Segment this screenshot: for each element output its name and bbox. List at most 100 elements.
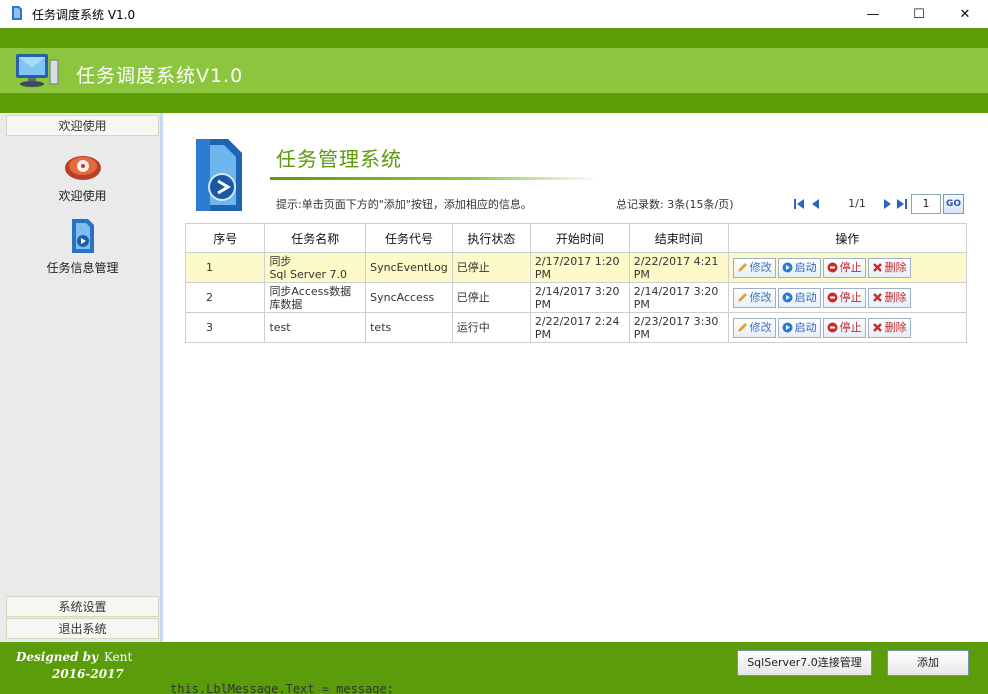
designed-by-text: Designed by	[16, 650, 99, 664]
record-count: 总记录数: 3条(15条/页)	[616, 198, 734, 211]
header-title: 任务调度系统V1.0	[76, 65, 244, 87]
minimize-button[interactable]: —	[850, 0, 896, 28]
delete-label: 删除	[884, 261, 907, 274]
code-text: tets	[370, 321, 392, 334]
cell-code: tets	[365, 312, 453, 343]
maximize-button[interactable]: ☐	[896, 0, 942, 28]
cell-ops: 修改 启动 停止 删除	[727, 312, 968, 343]
background-code-fragment: this.LblMessage.Text = message;	[170, 682, 394, 694]
name-line2: 库数据	[269, 297, 303, 311]
col-header-end: 结束时间	[628, 223, 729, 253]
cell-status: 已停止	[451, 282, 531, 313]
window-title: 任务调度系统 V1.0	[32, 8, 136, 22]
window-titlebar: 任务调度系统 V1.0 — ☐ ✕	[0, 0, 988, 28]
page-info: 1/1	[848, 197, 866, 210]
last-page-icon[interactable]	[894, 197, 908, 211]
start-label: 启动	[794, 261, 817, 274]
col-header-no: 序号	[184, 223, 266, 253]
start-button[interactable]: 启动	[777, 257, 821, 278]
col-header-status: 执行状态	[451, 223, 531, 253]
sidebar-item-exit[interactable]: 退出系统	[6, 618, 159, 639]
col-header-start: 开始时间	[529, 223, 630, 253]
delete-x-icon	[872, 293, 882, 302]
start-button[interactable]: 启动	[777, 287, 821, 308]
years-text: 2016-2017	[52, 667, 124, 681]
stop-icon	[827, 262, 838, 273]
cell-code: SyncEventLog	[365, 252, 453, 283]
sqlserver-connection-button[interactable]: SqlServer7.0连接管理	[737, 650, 872, 676]
sidebar-item-task-info[interactable]: 任务信息管理	[6, 217, 159, 276]
edit-label: 修改	[749, 321, 772, 334]
cell-name: 同步 Sql Server 7.0	[264, 252, 367, 283]
code-text: SyncEventLog	[370, 261, 448, 274]
cell-end: 2/23/2017 3:30 PM	[628, 312, 729, 343]
delete-x-icon	[872, 263, 882, 272]
delete-button[interactable]: 删除	[867, 257, 911, 278]
name-line1: 同步Access数据	[269, 284, 352, 298]
pencil-icon	[737, 323, 747, 332]
task-info-icon	[71, 219, 94, 253]
prev-page-icon[interactable]	[809, 197, 823, 211]
author-text: Kent	[104, 650, 133, 664]
col-header-name: 任务名称	[264, 223, 367, 253]
delete-button[interactable]: 删除	[867, 287, 911, 308]
edit-label: 修改	[749, 291, 772, 304]
go-button[interactable]: GO	[943, 194, 964, 214]
sidebar: 欢迎使用 欢迎使用 任务信息管理 系统设置 退出系统	[0, 113, 163, 642]
stop-button[interactable]: 停止	[822, 257, 866, 278]
task-table: 序号 任务名称 任务代号 执行状态 开始时间 结束时间 操作 1 同步 Sql S…	[184, 223, 968, 343]
stop-label: 停止	[839, 291, 862, 304]
cell-start: 2/17/2017 1:20 PM	[529, 252, 630, 283]
stop-label: 停止	[839, 261, 862, 274]
cell-status: 运行中	[451, 312, 531, 343]
sidebar-item-settings[interactable]: 系统设置	[6, 596, 159, 617]
edit-button[interactable]: 修改	[732, 287, 776, 308]
name-line1: 同步	[269, 254, 292, 268]
edit-label: 修改	[749, 261, 772, 274]
stop-button[interactable]: 停止	[822, 287, 866, 308]
edit-button[interactable]: 修改	[732, 257, 776, 278]
start-label: 启动	[794, 321, 817, 334]
table-row[interactable]: 3 test tets 运行中 2/22/2017 2:24 PM 2/23/2…	[184, 312, 968, 343]
cell-start: 2/14/2017 3:20 PM	[529, 282, 630, 313]
title-underline	[270, 177, 600, 180]
cell-status: 已停止	[451, 252, 531, 283]
sidebar-header-welcome[interactable]: 欢迎使用	[6, 115, 159, 136]
close-button[interactable]: ✕	[942, 0, 988, 28]
cell-name: test	[264, 312, 367, 343]
app-icon	[12, 6, 22, 20]
start-button[interactable]: 启动	[777, 317, 821, 338]
cell-name: 同步Access数据 库数据	[264, 282, 367, 313]
cell-no: 1	[184, 252, 266, 283]
cell-start: 2/22/2017 2:24 PM	[529, 312, 630, 343]
header-band-bottom	[0, 93, 988, 113]
first-page-icon[interactable]	[793, 197, 807, 211]
table-row[interactable]: 1 同步 Sql Server 7.0 SyncEventLog 已停止 2/17…	[184, 252, 968, 283]
add-button[interactable]: 添加	[887, 650, 969, 676]
cell-end: 2/14/2017 3:20 PM	[628, 282, 729, 313]
col-header-ops: 操作	[727, 223, 968, 253]
edit-button[interactable]: 修改	[732, 317, 776, 338]
pencil-icon	[737, 263, 747, 272]
stop-label: 停止	[839, 321, 862, 334]
sidebar-item-welcome[interactable]: 欢迎使用	[6, 151, 159, 204]
play-icon	[782, 262, 793, 273]
task-document-icon	[196, 139, 242, 211]
play-icon	[782, 292, 793, 303]
table-row[interactable]: 2 同步Access数据 库数据 SyncAccess 已停止 2/14/2017…	[184, 282, 968, 313]
main-panel: 任务管理系统 提示:单击页面下方的"添加"按钮，添加相应的信息。 总记录数: 3…	[166, 113, 988, 642]
table-header-row: 序号 任务名称 任务代号 执行状态 开始时间 结束时间 操作	[184, 223, 968, 253]
code-text: SyncAccess	[370, 291, 435, 304]
stop-button[interactable]: 停止	[822, 317, 866, 338]
cell-code: SyncAccess	[365, 282, 453, 313]
sidebar-item-label: 任务信息管理	[46, 261, 119, 275]
cell-ops: 修改 启动 停止 删除	[727, 252, 968, 283]
stop-icon	[827, 292, 838, 303]
cell-no: 3	[184, 312, 266, 343]
page-title: 任务管理系统	[276, 147, 402, 171]
col-header-code: 任务代号	[365, 223, 453, 253]
delete-button[interactable]: 删除	[867, 317, 911, 338]
page-number-input[interactable]: 1	[911, 194, 941, 214]
cell-end: 2/22/2017 4:21 PM	[628, 252, 729, 283]
next-page-icon[interactable]	[880, 197, 894, 211]
